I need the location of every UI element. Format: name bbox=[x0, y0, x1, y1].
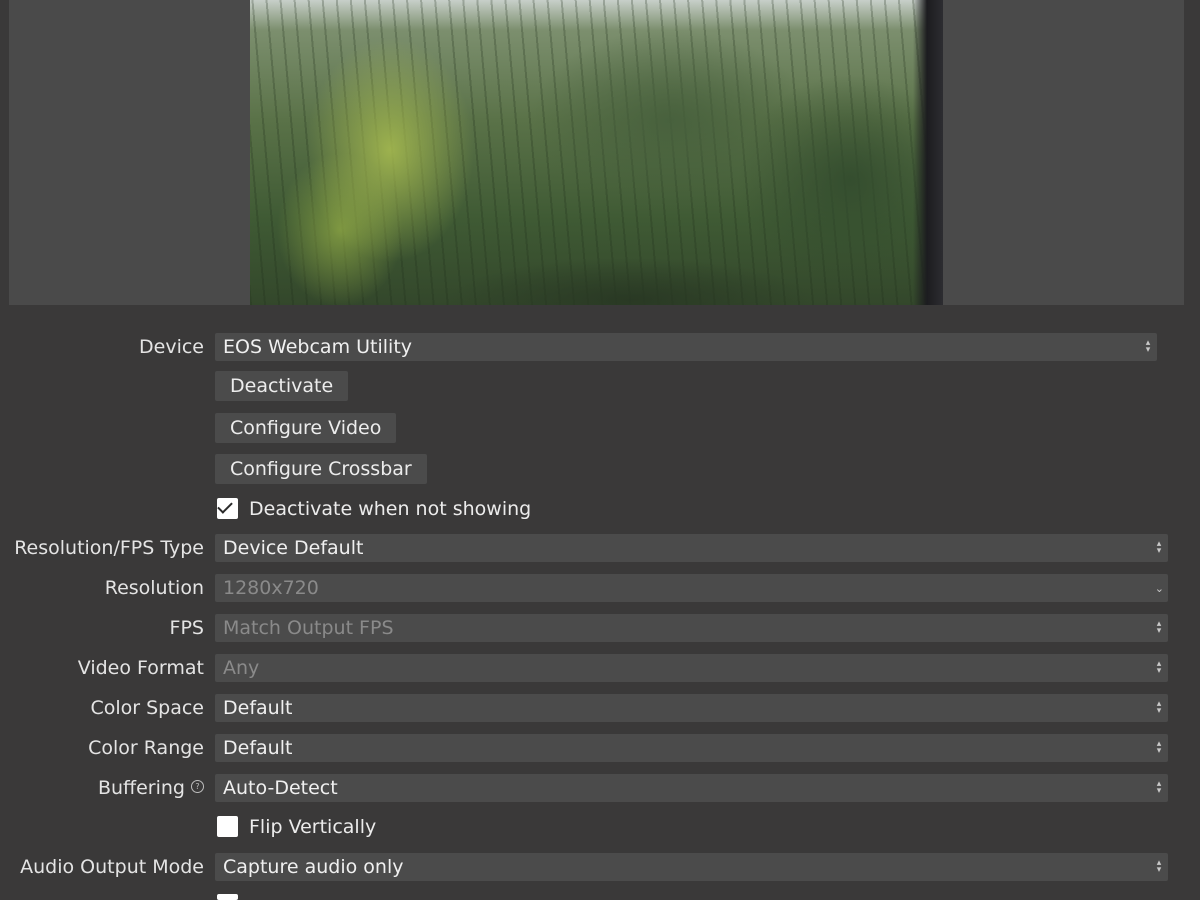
resolution-label: Resolution bbox=[104, 577, 204, 599]
color-range-label: Color Range bbox=[88, 737, 204, 759]
partial-checkbox[interactable] bbox=[217, 894, 238, 900]
resolution-value: 1280x720 bbox=[223, 577, 319, 599]
resolution-fps-type-row: Resolution/FPS Type Device Default ▴ ▾ bbox=[0, 533, 1200, 563]
flip-vertically-label: Flip Vertically bbox=[249, 816, 377, 838]
resolution-fps-type-label: Resolution/FPS Type bbox=[14, 537, 204, 559]
video-format-value: Any bbox=[223, 657, 260, 679]
updown-arrows-icon: ▴ ▾ bbox=[1156, 539, 1162, 556]
device-select[interactable]: EOS Webcam Utility ▴ ▾ bbox=[215, 333, 1157, 361]
fps-row: FPS Match Output FPS ▴ ▾ bbox=[0, 613, 1200, 643]
fps-label: FPS bbox=[169, 617, 204, 639]
resolution-fps-type-value: Device Default bbox=[223, 537, 364, 559]
camera-strap-shadow bbox=[913, 0, 943, 305]
device-row: Device EOS Webcam Utility ▴ ▾ bbox=[0, 332, 1200, 362]
buffering-value: Auto-Detect bbox=[223, 777, 338, 799]
updown-arrows-icon: ▴ ▾ bbox=[1156, 739, 1162, 756]
buffering-label: Buffering? bbox=[98, 773, 204, 803]
device-label: Device bbox=[139, 336, 204, 358]
configure-crossbar-button[interactable]: Configure Crossbar bbox=[215, 454, 427, 484]
preview-panel bbox=[9, 0, 1184, 305]
resolution-fps-type-select[interactable]: Device Default ▴ ▾ bbox=[215, 534, 1168, 562]
audio-output-mode-row: Audio Output Mode Capture audio only ▴ ▾ bbox=[0, 852, 1200, 882]
checkmark-icon bbox=[217, 498, 233, 514]
chevron-down-icon: ⌄ bbox=[1154, 582, 1164, 595]
color-range-row: Color Range Default ▴ ▾ bbox=[0, 733, 1200, 763]
fps-value: Match Output FPS bbox=[223, 617, 394, 639]
audio-output-mode-select[interactable]: Capture audio only ▴ ▾ bbox=[215, 853, 1168, 881]
flip-vertically-checkbox[interactable] bbox=[217, 816, 238, 837]
updown-arrows-icon: ▴ ▾ bbox=[1145, 338, 1151, 355]
device-value: EOS Webcam Utility bbox=[223, 336, 413, 358]
updown-arrows-icon: ▴ ▾ bbox=[1156, 858, 1162, 875]
color-space-row: Color Space Default ▴ ▾ bbox=[0, 693, 1200, 723]
deactivate-button[interactable]: Deactivate bbox=[215, 371, 349, 401]
color-range-select[interactable]: Default ▴ ▾ bbox=[215, 734, 1168, 762]
configure-video-button[interactable]: Configure Video bbox=[215, 413, 397, 443]
color-space-select[interactable]: Default ▴ ▾ bbox=[215, 694, 1168, 722]
help-icon[interactable]: ? bbox=[191, 780, 204, 793]
color-range-value: Default bbox=[223, 737, 293, 759]
buffering-select[interactable]: Auto-Detect ▴ ▾ bbox=[215, 774, 1168, 802]
video-format-row: Video Format Any ▴ ▾ bbox=[0, 653, 1200, 683]
updown-arrows-icon: ▴ ▾ bbox=[1156, 699, 1162, 716]
updown-arrows-icon: ▴ ▾ bbox=[1156, 659, 1162, 676]
deactivate-when-not-showing-checkbox[interactable] bbox=[217, 498, 238, 519]
audio-output-mode-value: Capture audio only bbox=[223, 856, 404, 878]
resolution-combobox[interactable]: 1280x720 ⌄ bbox=[215, 574, 1168, 602]
video-format-label: Video Format bbox=[77, 657, 204, 679]
color-space-label: Color Space bbox=[90, 697, 204, 719]
audio-output-mode-label: Audio Output Mode bbox=[20, 856, 204, 878]
fps-select[interactable]: Match Output FPS ▴ ▾ bbox=[215, 614, 1168, 642]
resolution-row: Resolution 1280x720 ⌄ bbox=[0, 573, 1200, 603]
webcam-preview-image bbox=[250, 0, 943, 305]
color-space-value: Default bbox=[223, 697, 293, 719]
buffering-label-text: Buffering bbox=[97, 777, 185, 799]
updown-arrows-icon: ▴ ▾ bbox=[1156, 779, 1162, 796]
video-format-select[interactable]: Any ▴ ▾ bbox=[215, 654, 1168, 682]
deactivate-when-not-showing-label: Deactivate when not showing bbox=[249, 498, 532, 520]
updown-arrows-icon: ▴ ▾ bbox=[1156, 619, 1162, 636]
buffering-row: Buffering? Auto-Detect ▴ ▾ bbox=[0, 773, 1200, 803]
